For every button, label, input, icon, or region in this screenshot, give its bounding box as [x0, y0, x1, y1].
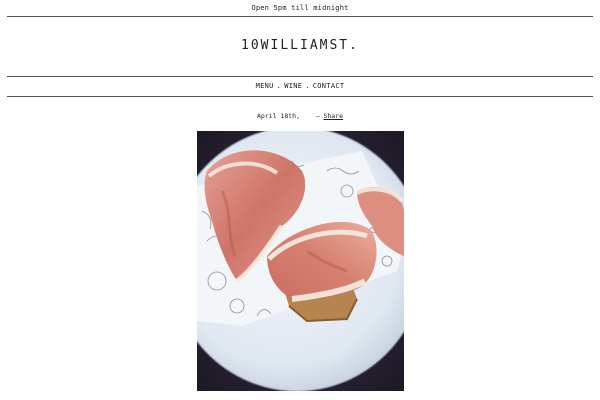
- prosciutto-plate-image: [197, 131, 404, 391]
- nav-separator: .: [305, 82, 310, 90]
- main-nav: MENU. WINE. CONTACT: [0, 79, 600, 93]
- nav-top-divider: [7, 76, 593, 77]
- post-photo[interactable]: [197, 131, 404, 391]
- post-meta: April 18th, — Share: [0, 110, 600, 122]
- opening-hours-text: Open 5pm till midnight: [251, 4, 349, 12]
- nav-item-menu[interactable]: MENU: [256, 82, 274, 90]
- hours-bar: Open 5pm till midnight: [0, 0, 600, 16]
- nav-separator: .: [276, 82, 282, 90]
- post-date: April 18th,: [256, 112, 300, 120]
- nav-item-contact[interactable]: CONTACT: [313, 82, 345, 90]
- site-title-text[interactable]: 10WILLIAMST.: [241, 38, 359, 53]
- site-title[interactable]: 10WILLIAMST.: [0, 36, 600, 56]
- share-link[interactable]: Share: [323, 112, 343, 120]
- nav-item-wine[interactable]: WINE: [284, 82, 302, 90]
- nav-bottom-divider: [7, 96, 593, 97]
- share-dash: —: [315, 112, 320, 120]
- top-divider: [7, 16, 593, 17]
